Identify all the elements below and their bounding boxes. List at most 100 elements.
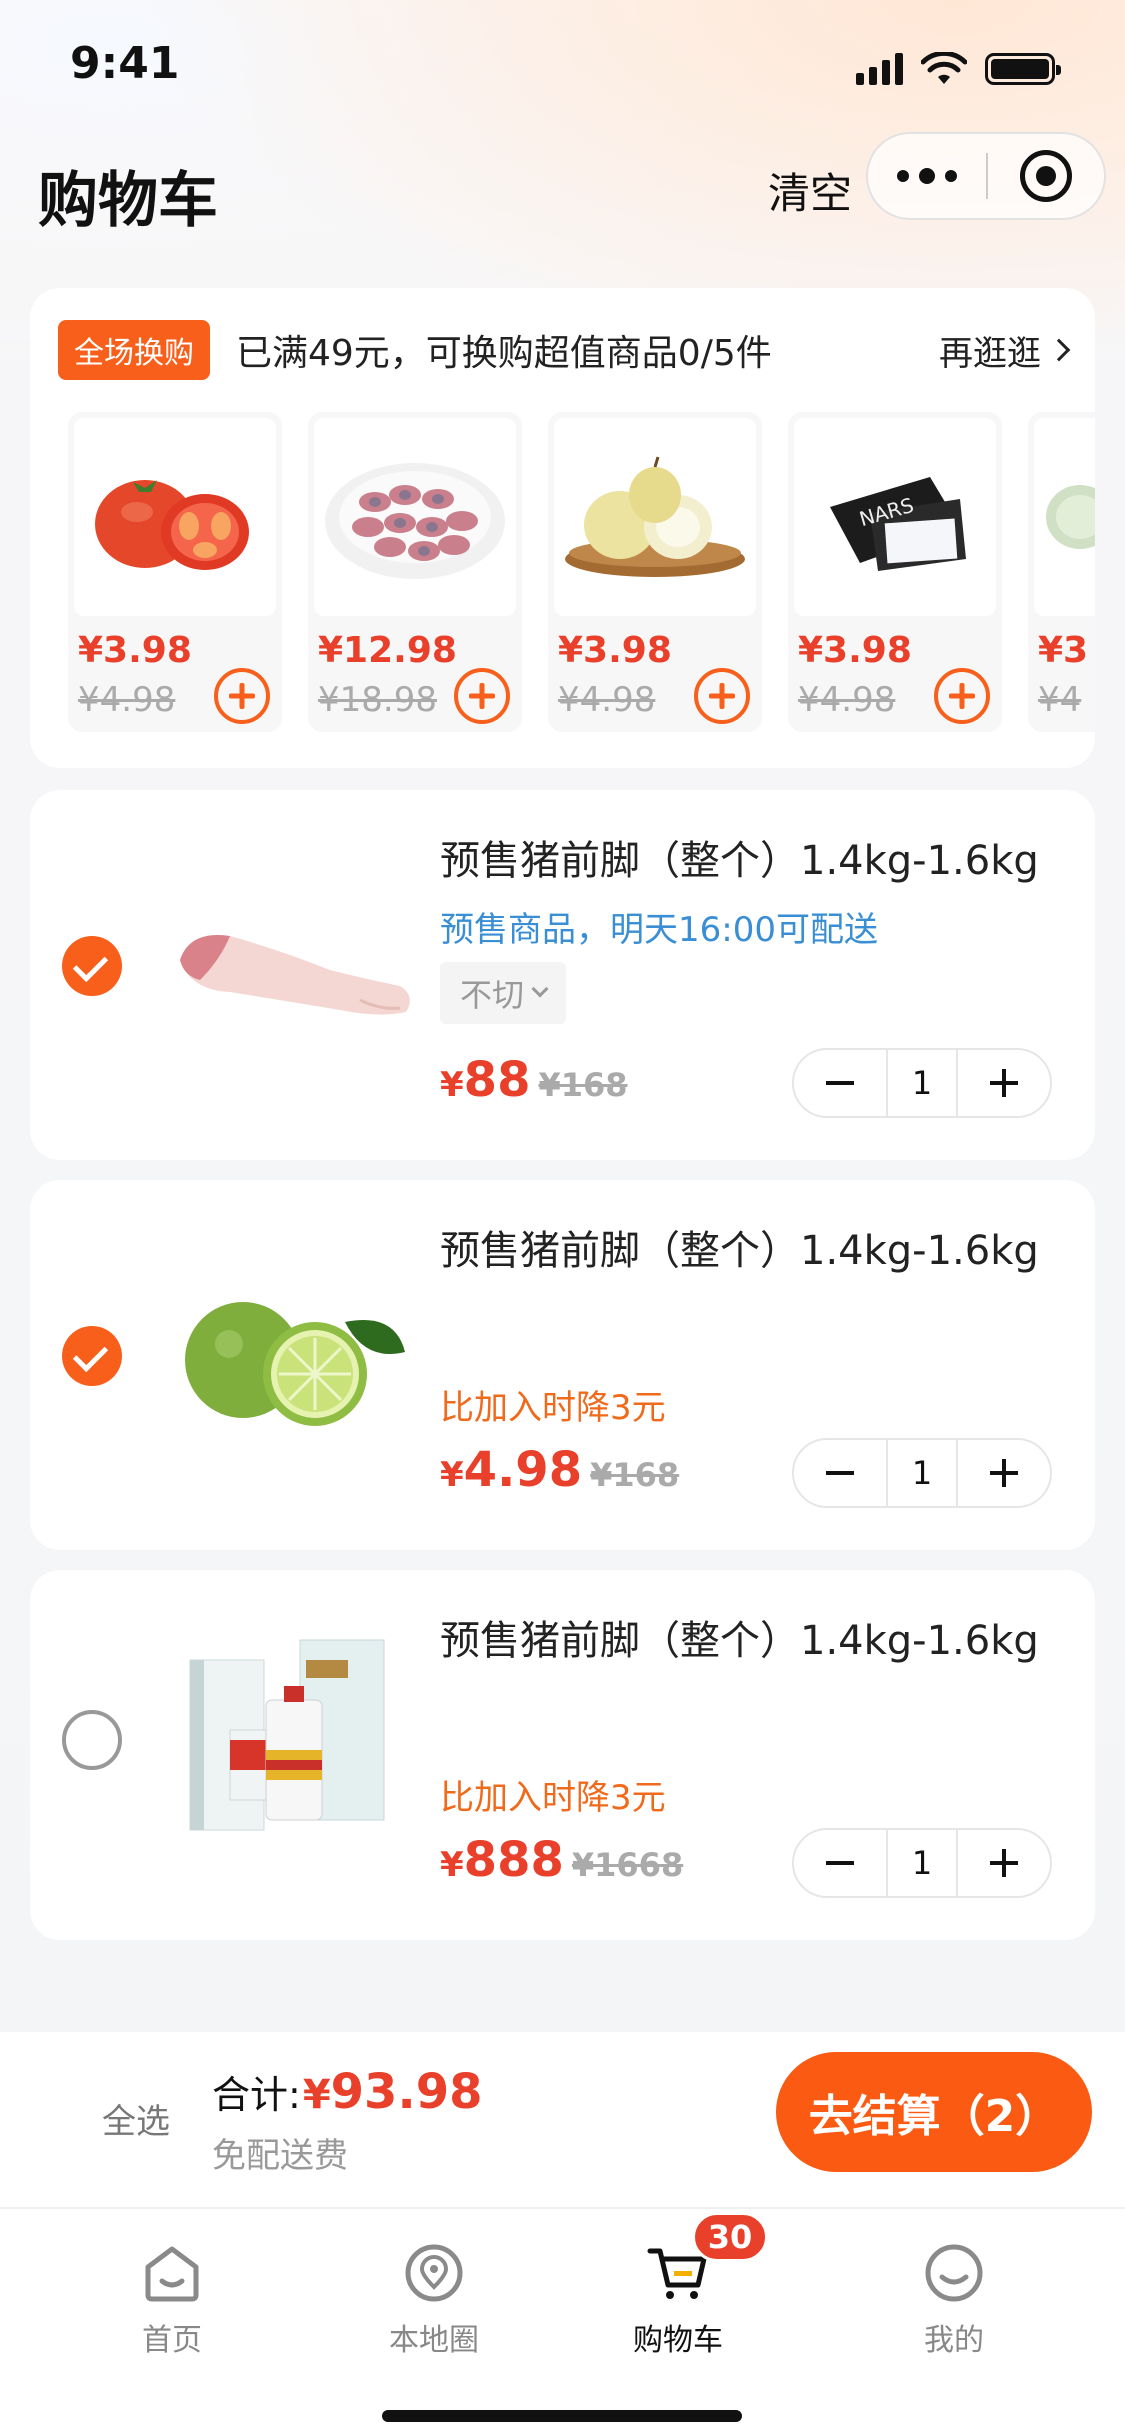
minus-button[interactable] [794, 1440, 886, 1506]
total-yen: ¥ [302, 2072, 331, 2118]
pork-trotter-image [140, 850, 440, 1100]
swap-text: 已满49元，可换购超值商品0/5件 [236, 333, 772, 374]
checkbox-checked-icon[interactable] [62, 1326, 122, 1386]
total-label: 合计: [212, 2073, 301, 2117]
free-shipping-note: 免配送费 [212, 2136, 348, 2176]
price-value: 888 [463, 1832, 564, 1888]
plus-button[interactable] [958, 1440, 1050, 1506]
swap-original-price: ¥4 [1038, 680, 1082, 720]
price-drop-note: 比加入时降3元 [440, 1388, 666, 1428]
quantity-value[interactable]: 1 [886, 1050, 958, 1116]
price-value: 4.98 [463, 1442, 583, 1498]
swap-item[interactable]: ¥3 ¥4 [1028, 412, 1095, 732]
tab-label: 首页 [142, 2323, 202, 2358]
checkbox-unchecked-icon[interactable] [62, 1710, 122, 1770]
home-icon [145, 2246, 199, 2302]
tab-bar: 首页 本地圈 购物车 我的 [0, 2207, 1125, 2436]
plus-button[interactable] [958, 1050, 1050, 1116]
quantity-value[interactable]: 1 [886, 1830, 958, 1896]
meat-rolls-image [314, 418, 516, 616]
cart-item: 预售猪前脚（整个）1.4kg-1.6kg 预售商品，明天16:00可配送 不切 … [30, 790, 1095, 1160]
price-yen: ¥ [440, 1065, 464, 1105]
swap-tag: 全场换购 [58, 320, 210, 380]
price-value: 88 [463, 1052, 531, 1108]
minus-button[interactable] [794, 1830, 886, 1896]
cart-count-badge: 30 [692, 2212, 768, 2262]
checkbox-checked-icon[interactable] [62, 936, 122, 996]
location-icon [405, 2244, 463, 2302]
price-yen: ¥ [440, 1845, 464, 1885]
tab-label: 本地圈 [389, 2323, 479, 2358]
close-mini-program-button[interactable] [988, 134, 1104, 218]
chevron-down-icon [531, 980, 549, 998]
tab-label: 购物车 [633, 2323, 723, 2358]
wifi-icon [921, 52, 967, 84]
add-circle-icon[interactable] [454, 668, 510, 724]
lime-image [140, 1232, 440, 1482]
tab-label: 我的 [924, 2323, 984, 2358]
swap-price: ¥3.98 [798, 630, 912, 671]
price-drop-note: 比加入时降3元 [440, 1778, 666, 1818]
swap-price: ¥3.98 [558, 630, 672, 671]
cart-item: 预售猪前脚（整个）1.4kg-1.6kg 比加入时降3元 ¥ 4.98 ¥168… [30, 1180, 1095, 1550]
swap-original-price: ¥4.98 [78, 680, 176, 720]
swap-header: 全场换购 已满49元，可换购超值商品0/5件 再逛逛 [58, 320, 1071, 380]
spec-selector[interactable]: 不切 [440, 962, 567, 1024]
total-row: 合计: ¥ 93.98 [212, 2064, 482, 2120]
original-price: ¥168 [538, 1066, 628, 1104]
swap-price: ¥3 [1038, 630, 1089, 671]
quantity-stepper: 1 [792, 1828, 1052, 1898]
swap-item-list: ¥3.98 ¥4.98 ¥12.98 ¥18.98 ¥3.98 ¥4.98 NA… [68, 412, 1095, 732]
add-circle-icon[interactable] [934, 668, 990, 724]
swap-original-price: ¥4.98 [558, 680, 656, 720]
checkout-button[interactable]: 去结算（2） [776, 2052, 1092, 2172]
minus-button[interactable] [794, 1050, 886, 1116]
plus-button[interactable] [958, 1830, 1050, 1896]
select-all-button[interactable]: 全选 [102, 2094, 170, 2143]
tab-profile[interactable]: 我的 [864, 2241, 1044, 2359]
more-icon[interactable] [868, 134, 986, 218]
status-icons [856, 52, 1061, 86]
item-price: ¥ 888 ¥1668 [440, 1832, 683, 1888]
pears-image [554, 418, 756, 616]
item-name[interactable]: 预售猪前脚（整个）1.4kg-1.6kg [440, 1608, 1039, 1666]
spec-label: 不切 [460, 976, 525, 1014]
header: 购物车 清空 [0, 132, 1125, 252]
swap-price: ¥3.98 [78, 630, 192, 671]
item-name[interactable]: 预售猪前脚（整个）1.4kg-1.6kg [440, 828, 1039, 886]
status-bar: 9:41 [0, 0, 1125, 132]
target-icon [1019, 150, 1072, 202]
signal-icon [856, 53, 903, 85]
price-yen: ¥ [440, 1455, 464, 1495]
status-time: 9:41 [70, 38, 180, 89]
browse-more-link[interactable]: 再逛逛 [939, 326, 1071, 375]
swap-item[interactable]: NARS ¥3.98 ¥4.98 [788, 412, 1002, 732]
add-circle-icon[interactable] [694, 668, 750, 724]
swap-item[interactable]: ¥3.98 ¥4.98 [548, 412, 762, 732]
mini-program-capsule [866, 132, 1106, 220]
tab-local[interactable]: 本地圈 [344, 2241, 524, 2359]
tab-home[interactable]: 首页 [82, 2241, 262, 2359]
home-indicator [382, 2410, 742, 2422]
original-price: ¥1668 [571, 1846, 684, 1884]
moutai-image [140, 1610, 440, 1860]
checkout-bar: 全选 合计: ¥ 93.98 免配送费 去结算（2） [0, 2032, 1125, 2207]
quantity-stepper: 1 [792, 1048, 1052, 1118]
quantity-value[interactable]: 1 [886, 1440, 958, 1506]
clear-cart-button[interactable]: 清空 [768, 160, 852, 221]
item-name[interactable]: 预售猪前脚（整个）1.4kg-1.6kg [440, 1218, 1039, 1276]
swap-item[interactable]: ¥12.98 ¥18.98 [308, 412, 522, 732]
add-circle-icon[interactable] [214, 668, 270, 724]
swap-promo-card: 全场换购 已满49元，可换购超值商品0/5件 再逛逛 ¥3.98 ¥4.98 ¥… [30, 288, 1095, 768]
swap-original-price: ¥4.98 [798, 680, 896, 720]
swap-item[interactable]: ¥3.98 ¥4.98 [68, 412, 282, 732]
item-price: ¥ 4.98 ¥168 [440, 1442, 679, 1498]
profile-icon [925, 2244, 983, 2302]
swap-price: ¥12.98 [318, 630, 457, 671]
presale-note: 预售商品，明天16:00可配送 [440, 910, 878, 950]
melon-image [1034, 418, 1095, 616]
chevron-right-icon [1047, 338, 1071, 362]
browse-more-label: 再逛逛 [939, 333, 1041, 374]
battery-icon [985, 53, 1061, 85]
cart-item: 预售猪前脚（整个）1.4kg-1.6kg 比加入时降3元 ¥ 888 ¥1668… [30, 1570, 1095, 1940]
